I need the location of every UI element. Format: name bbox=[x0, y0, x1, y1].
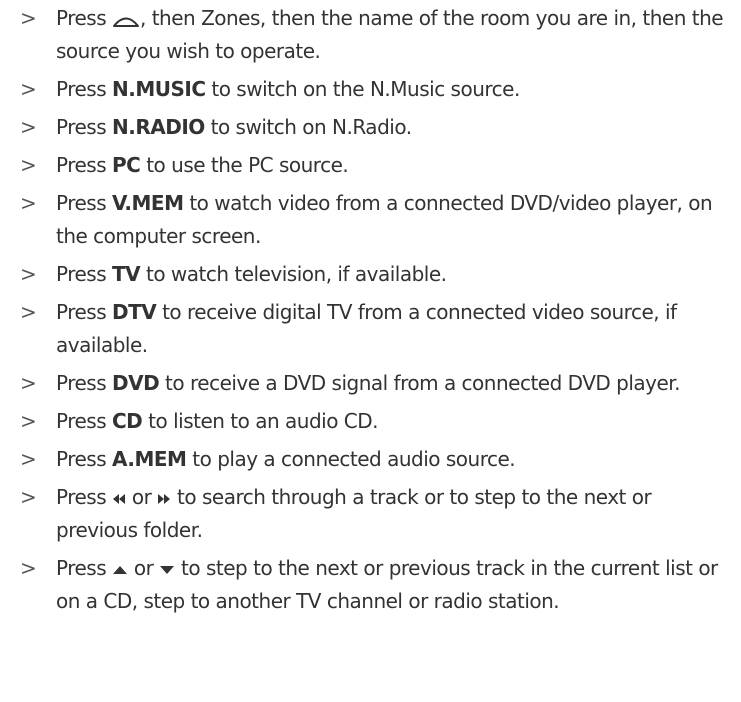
bullet-marker: > bbox=[20, 77, 37, 101]
list-item: > Press N.MUSIC to switch on the N.Music… bbox=[0, 73, 741, 106]
item-text-pre: Press bbox=[56, 191, 112, 215]
item-text-post: to listen to an audio CD. bbox=[142, 409, 379, 433]
item-text-post: to switch on the N.Music source. bbox=[205, 77, 520, 101]
bullet-marker: > bbox=[20, 485, 37, 509]
bullet-marker: > bbox=[20, 191, 37, 215]
item-text-post: to use the PC source. bbox=[140, 153, 349, 177]
bullet-marker: > bbox=[20, 115, 37, 139]
up-triangle-icon bbox=[112, 564, 128, 576]
item-text-pre: Press bbox=[56, 485, 112, 509]
item-text-pre: Press bbox=[56, 556, 112, 580]
list-item: > Press or to step to the next or previo… bbox=[0, 552, 741, 618]
item-text-mid: or bbox=[128, 556, 160, 580]
item-text: Press V.MEM to watch video from a connec… bbox=[56, 191, 713, 248]
item-text-pre: Press bbox=[56, 262, 112, 286]
item-text-pre: Press bbox=[56, 6, 112, 30]
key-label: CD bbox=[112, 409, 143, 433]
item-text: Press or to step to the next or previous… bbox=[56, 556, 718, 613]
key-label: DVD bbox=[112, 371, 160, 395]
item-text: Press DTV to receive digital TV from a c… bbox=[56, 300, 677, 357]
item-text-pre: Press bbox=[56, 77, 112, 101]
bullet-marker: > bbox=[20, 409, 37, 433]
list-item: > Press or to search through a track or … bbox=[0, 481, 741, 547]
item-text: Press , then Zones, then the name of the… bbox=[56, 6, 724, 63]
item-text-post: to play a connected audio source. bbox=[186, 447, 516, 471]
bullet-marker: > bbox=[20, 371, 37, 395]
item-text: Press or to search through a track or to… bbox=[56, 485, 652, 542]
down-triangle-icon bbox=[159, 564, 175, 576]
bullet-marker: > bbox=[20, 447, 37, 471]
bullet-marker: > bbox=[20, 6, 37, 30]
item-text: Press CD to listen to an audio CD. bbox=[56, 409, 379, 433]
item-text-post: , then Zones, then the name of the room … bbox=[56, 6, 724, 63]
key-label: PC bbox=[112, 153, 141, 177]
item-text-pre: Press bbox=[56, 115, 112, 139]
item-text-pre: Press bbox=[56, 409, 112, 433]
item-text-pre: Press bbox=[56, 300, 112, 324]
list-item: > Press DVD to receive a DVD signal from… bbox=[0, 367, 741, 400]
item-text-pre: Press bbox=[56, 153, 112, 177]
list-item: > Press V.MEM to watch video from a conn… bbox=[0, 187, 741, 253]
list-item: > Press DTV to receive digital TV from a… bbox=[0, 296, 741, 362]
key-label: V.MEM bbox=[112, 191, 184, 215]
item-text-post: to switch on N.Radio. bbox=[204, 115, 412, 139]
list-item: > Press PC to use the PC source. bbox=[0, 149, 741, 182]
key-label: TV bbox=[112, 262, 141, 286]
item-text: Press N.MUSIC to switch on the N.Music s… bbox=[56, 77, 520, 101]
item-text-pre: Press bbox=[56, 447, 112, 471]
item-text-post: to watch television, if available. bbox=[140, 262, 447, 286]
list-item: > Press A.MEM to play a connected audio … bbox=[0, 443, 741, 476]
list-item: > Press TV to watch television, if avail… bbox=[0, 258, 741, 291]
home-dome-icon bbox=[112, 11, 140, 29]
key-label: A.MEM bbox=[112, 447, 187, 471]
bullet-marker: > bbox=[20, 300, 37, 324]
item-text: Press DVD to receive a DVD signal from a… bbox=[56, 371, 681, 395]
bullet-marker: > bbox=[20, 153, 37, 177]
item-text: Press A.MEM to play a connected audio so… bbox=[56, 447, 516, 471]
list-item: > Press , then Zones, then the name of t… bbox=[0, 2, 741, 68]
item-text: Press N.RADIO to switch on N.Radio. bbox=[56, 115, 412, 139]
key-label: N.MUSIC bbox=[112, 77, 206, 101]
item-text-pre: Press bbox=[56, 371, 112, 395]
item-text: Press TV to watch television, if availab… bbox=[56, 262, 447, 286]
list-item: > Press CD to listen to an audio CD. bbox=[0, 405, 741, 438]
fast-forward-icon bbox=[157, 493, 171, 505]
bullet-marker: > bbox=[20, 556, 37, 580]
item-text-mid: or bbox=[126, 485, 158, 509]
key-label: N.RADIO bbox=[112, 115, 205, 139]
item-text-post: to receive a DVD signal from a connected… bbox=[159, 371, 681, 395]
instruction-list: > Press , then Zones, then the name of t… bbox=[0, 2, 741, 623]
bullet-marker: > bbox=[20, 262, 37, 286]
item-text: Press PC to use the PC source. bbox=[56, 153, 349, 177]
rewind-icon bbox=[112, 493, 126, 505]
key-label: DTV bbox=[112, 300, 157, 324]
list-item: > Press N.RADIO to switch on N.Radio. bbox=[0, 111, 741, 144]
